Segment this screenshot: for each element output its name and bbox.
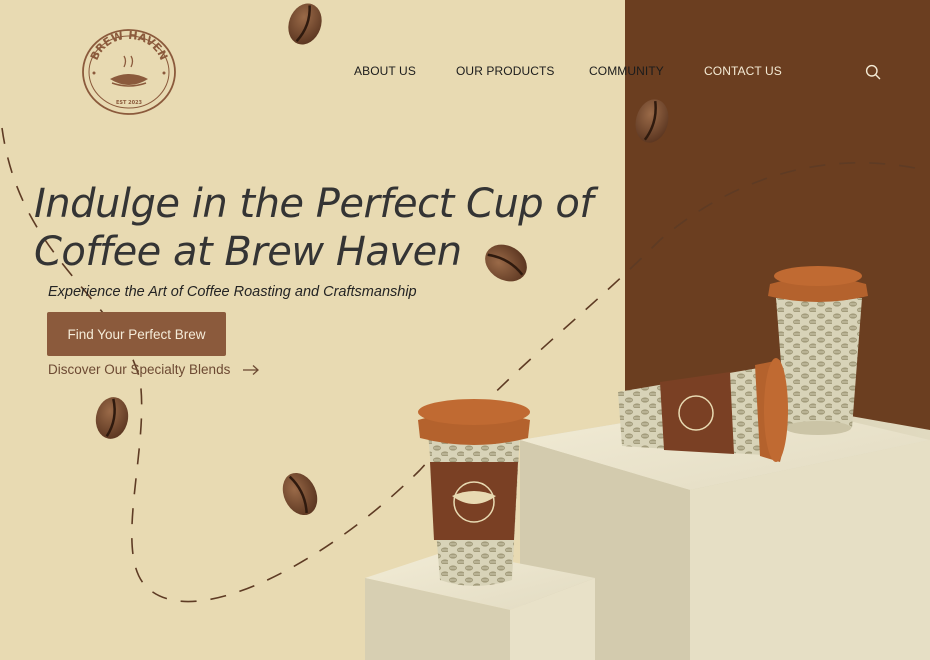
nav-our-products[interactable]: OUR PRODUCTS xyxy=(456,64,555,78)
find-your-perfect-brew-button[interactable]: Find Your Perfect Brew xyxy=(47,312,226,356)
nav-community[interactable]: COMMUNITY xyxy=(589,64,664,78)
hero-title-line1: Indulge in the Perfect Cup of xyxy=(34,181,593,227)
hero-title-line2: Coffee at Brew Haven xyxy=(34,229,462,275)
coffee-bean xyxy=(282,472,318,516)
svg-text:BREW HAVEN: BREW HAVEN xyxy=(88,29,170,62)
coffee-bean xyxy=(635,99,669,143)
svg-text:EST 2023: EST 2023 xyxy=(116,100,143,106)
nav-contact-us[interactable]: CONTACT US xyxy=(704,64,782,78)
arrow-right-icon xyxy=(243,364,260,375)
hero-title: Indulge in the Perfect Cup of Coffee at … xyxy=(34,180,614,276)
coffee-bean xyxy=(288,3,322,45)
cup-lying xyxy=(618,358,788,462)
hero-subtitle: Experience the Art of Coffee Roasting an… xyxy=(48,284,417,300)
coffee-bean xyxy=(95,397,129,439)
discover-blends-label: Discover Our Specialty Blends xyxy=(48,362,231,377)
nav-about-us[interactable]: ABOUT US xyxy=(354,64,416,78)
main-nav: ABOUT US OUR PRODUCTS COMMUNITY CONTACT … xyxy=(0,64,930,82)
discover-blends-link[interactable]: Discover Our Specialty Blends xyxy=(48,362,260,377)
search-icon[interactable] xyxy=(865,64,881,80)
